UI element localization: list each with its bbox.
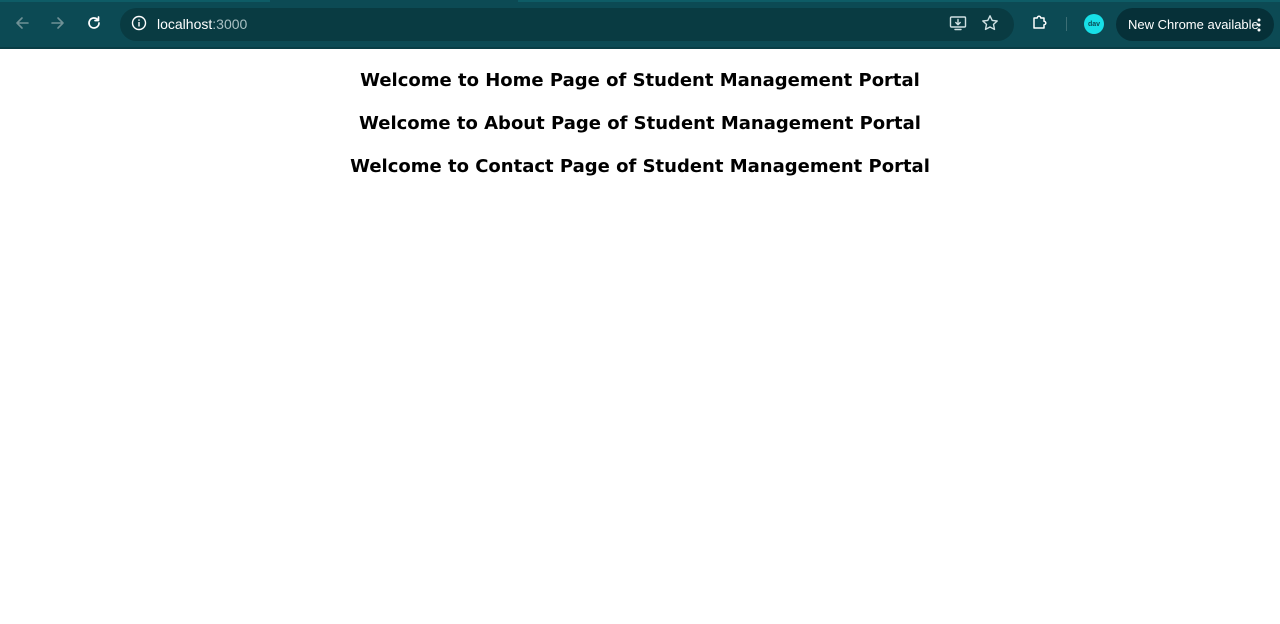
profile-avatar-button[interactable]: dav [1084,14,1104,34]
install-app-icon [949,14,967,37]
back-arrow-icon [14,15,30,31]
back-button[interactable] [9,10,35,36]
reload-button[interactable] [81,10,107,36]
profile-initials: dav [1087,20,1101,28]
kebab-menu-icon[interactable] [1252,16,1266,34]
info-icon [131,15,147,36]
contact-heading: Welcome to Contact Page of Student Manag… [350,156,930,177]
star-icon [981,14,999,37]
about-heading: Welcome to About Page of Student Managem… [359,113,921,134]
extensions-button[interactable] [1029,13,1051,35]
browser-toolbar: localhost:3000 dav New Chrome available [0,0,1280,49]
reload-icon [86,15,102,31]
puzzle-icon [1031,13,1049,36]
home-heading: Welcome to Home Page of Student Manageme… [360,70,920,91]
url-port: :3000 [212,16,248,32]
tab-strip-edge [0,0,270,2]
bookmark-button[interactable] [979,14,1001,36]
forward-button[interactable] [45,10,71,36]
install-app-button[interactable] [947,14,969,36]
toolbar-divider [1066,17,1067,31]
tab-strip-edge-right [518,0,1280,2]
address-bar[interactable]: localhost:3000 [120,8,1014,41]
url-text[interactable]: localhost:3000 [157,8,247,41]
site-info-button[interactable] [129,15,149,35]
forward-arrow-icon [50,15,66,31]
url-host: localhost [157,16,213,32]
chrome-update-label: New Chrome available [1128,17,1259,32]
chrome-update-button[interactable]: New Chrome available [1116,8,1274,41]
